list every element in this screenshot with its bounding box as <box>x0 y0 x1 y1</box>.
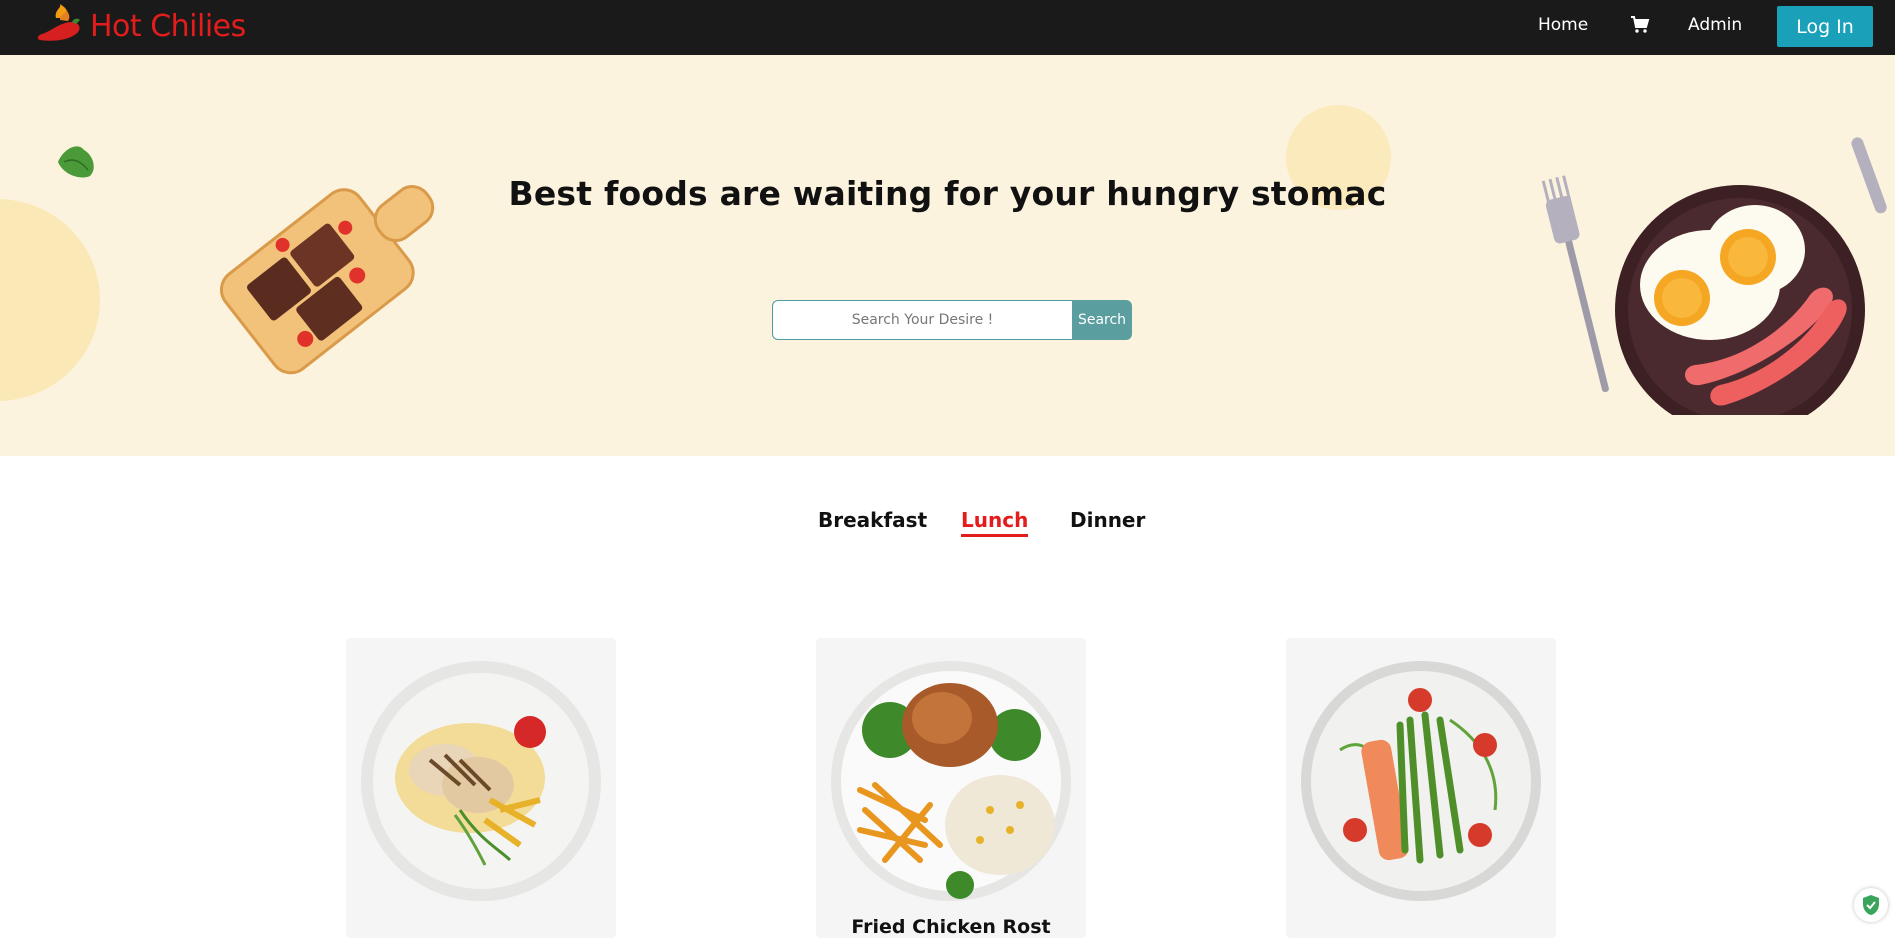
security-shield-badge[interactable] <box>1854 888 1888 922</box>
food-card[interactable]: Fried Chicken Rost <box>816 638 1086 938</box>
grilled-chicken-plate-image <box>361 661 601 901</box>
eggs-sausage-plate-illustration <box>1541 137 1887 415</box>
brand[interactable]: Hot Chilies <box>36 0 246 52</box>
brand-name: Hot Chilies <box>90 8 246 44</box>
search-bar: Search <box>772 300 1132 340</box>
search-input[interactable] <box>772 300 1072 340</box>
nav-home-link[interactable]: Home <box>1538 15 1588 35</box>
search-button[interactable]: Search <box>1072 300 1132 340</box>
hero-title: Best foods are waiting for your hungry s… <box>508 174 1387 213</box>
food-card[interactable] <box>1286 638 1556 938</box>
shield-check-icon <box>1863 895 1879 915</box>
nav-admin-link[interactable]: Admin <box>1688 15 1742 35</box>
decor-circle-left <box>0 199 100 401</box>
login-button[interactable]: Log In <box>1777 6 1873 47</box>
food-card-title: Fried Chicken Rost <box>851 916 1051 938</box>
tab-breakfast[interactable]: Breakfast <box>818 508 927 532</box>
tab-dinner[interactable]: Dinner <box>1070 508 1145 532</box>
navbar: Hot Chilies Home Admin Log In <box>0 0 1895 55</box>
chicken-fries-rice-plate-image <box>831 661 1071 901</box>
cart-icon[interactable] <box>1630 15 1650 35</box>
salmon-asparagus-plate-image <box>1301 661 1541 901</box>
hero-banner: Best foods are waiting for your hungry s… <box>0 55 1895 456</box>
food-card[interactable] <box>346 638 616 938</box>
chili-logo-icon <box>37 4 80 41</box>
tab-lunch[interactable]: Lunch <box>961 508 1029 537</box>
